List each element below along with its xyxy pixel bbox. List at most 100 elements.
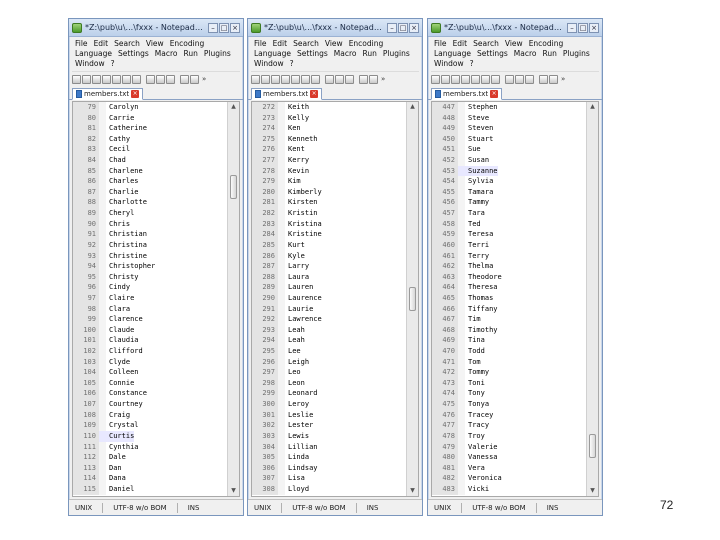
text-line[interactable]: 306 Lindsay xyxy=(252,462,406,474)
text-line[interactable]: 277 Kerry xyxy=(252,155,406,166)
text-line[interactable]: 302 Lester xyxy=(252,420,406,431)
text-line[interactable]: 307 Lisa xyxy=(252,473,406,484)
text-line[interactable]: 93 Christine xyxy=(73,250,227,262)
text-line[interactable]: 458 Ted xyxy=(432,218,586,230)
text-line[interactable]: 108 Craig xyxy=(73,409,227,421)
text-line[interactable]: 91 Christian xyxy=(73,229,227,240)
new-file-icon[interactable] xyxy=(431,74,440,84)
save-all-icon[interactable] xyxy=(102,74,111,84)
text-line[interactable]: 475 Tonya xyxy=(432,399,586,410)
maximize-button[interactable]: □ xyxy=(578,22,588,33)
text-line[interactable]: 97 Claire xyxy=(73,292,227,304)
text-line[interactable]: 471 Tom xyxy=(432,356,586,368)
scrollbar-thumb[interactable] xyxy=(409,287,416,311)
text-line[interactable]: 286 Kyle xyxy=(252,250,406,262)
minimize-button[interactable]: – xyxy=(387,22,397,33)
vertical-scrollbar[interactable]: ▲ ▼ xyxy=(406,102,418,496)
text-line[interactable]: 294 Leah xyxy=(252,335,406,347)
text-line[interactable]: 92 Christina xyxy=(73,239,227,251)
text-line[interactable]: 451 Sue xyxy=(432,144,586,156)
text-line[interactable]: 461 Terry xyxy=(432,250,586,262)
vertical-scrollbar[interactable]: ▲ ▼ xyxy=(227,102,239,496)
text-line[interactable]: 474 Tony xyxy=(432,388,586,400)
text-line[interactable]: 114 Dana xyxy=(73,473,227,484)
text-line[interactable]: 273 Kelly xyxy=(252,112,406,124)
text-line[interactable]: 80 Carrie xyxy=(73,112,227,124)
text-line[interactable]: 304 Lillian xyxy=(252,441,406,453)
text-line[interactable]: 284 Kristine xyxy=(252,229,406,240)
scroll-up-arrow-icon[interactable]: ▲ xyxy=(587,102,598,112)
menu-macro[interactable]: Macro xyxy=(514,49,537,59)
paste-icon[interactable] xyxy=(345,74,354,84)
menu-run[interactable]: Run xyxy=(542,49,556,59)
text-line[interactable]: 473 Toni xyxy=(432,377,586,389)
new-file-icon[interactable] xyxy=(251,74,260,84)
menu-settings[interactable]: Settings xyxy=(118,49,149,59)
text-line[interactable]: 467 Tim xyxy=(432,314,586,325)
text-line[interactable]: 482 Veronica xyxy=(432,473,586,484)
text-line[interactable]: 115 Daniel xyxy=(73,483,227,495)
menu-edit[interactable]: Edit xyxy=(273,39,288,49)
text-line[interactable]: 469 Tina xyxy=(432,335,586,347)
text-line[interactable]: 308 Lloyd xyxy=(252,483,406,495)
tab-close-icon[interactable]: × xyxy=(490,90,499,98)
text-line[interactable]: 101 Claudia xyxy=(73,335,227,347)
text-line[interactable]: 107 Courtney xyxy=(73,399,227,410)
editor-area[interactable]: 79 Carolyn 80 Carrie 81 Catherine 82 Cathy 83 Cec… xyxy=(72,101,240,497)
text-line[interactable]: 449 Steven xyxy=(432,123,586,134)
close-all-icon[interactable] xyxy=(481,74,490,84)
text-line[interactable]: 465 Thomas xyxy=(432,292,586,304)
menu-help[interactable]: ? xyxy=(111,59,115,69)
text-line[interactable]: 275 Kenneth xyxy=(252,133,406,145)
text-line[interactable]: 81 Catherine xyxy=(73,123,227,134)
undo-icon[interactable] xyxy=(539,74,548,84)
text-line[interactable]: 295 Lee xyxy=(252,346,406,357)
open-file-icon[interactable] xyxy=(441,74,450,84)
toolbar-overflow-icon[interactable]: » xyxy=(381,75,385,83)
text-line[interactable]: 476 Tracey xyxy=(432,409,586,421)
text-line[interactable]: 470 Todd xyxy=(432,346,586,357)
cut-icon[interactable] xyxy=(146,74,155,84)
text-line[interactable]: 95 Christy xyxy=(73,271,227,283)
text-line[interactable]: 481 Vera xyxy=(432,462,586,474)
menu-encoding[interactable]: Encoding xyxy=(529,39,564,49)
text-line[interactable]: 272 Keith xyxy=(252,102,406,113)
text-line[interactable]: 452 Susan xyxy=(432,155,586,166)
text-line[interactable]: 94 Christopher xyxy=(73,261,227,272)
save-icon[interactable] xyxy=(451,74,460,84)
text-line[interactable]: 291 Laurie xyxy=(252,303,406,315)
undo-icon[interactable] xyxy=(359,74,368,84)
text-line[interactable]: 459 Teresa xyxy=(432,229,586,240)
text-line[interactable]: 478 Troy xyxy=(432,430,586,442)
menu-settings[interactable]: Settings xyxy=(297,49,328,59)
scroll-down-arrow-icon[interactable]: ▼ xyxy=(407,486,418,496)
scroll-up-arrow-icon[interactable]: ▲ xyxy=(407,102,418,112)
menu-window[interactable]: Window xyxy=(434,59,464,69)
text-line[interactable]: 106 Constance xyxy=(73,388,227,400)
text-line[interactable]: 298 Leon xyxy=(252,377,406,389)
menu-file[interactable]: File xyxy=(254,39,267,49)
menu-help[interactable]: ? xyxy=(470,59,474,69)
text-line[interactable]: 460 Terri xyxy=(432,239,586,251)
text-line[interactable]: 300 Leroy xyxy=(252,399,406,410)
text-line[interactable]: 99 Clarence xyxy=(73,314,227,325)
menu-settings[interactable]: Settings xyxy=(477,49,508,59)
new-file-icon[interactable] xyxy=(72,74,81,84)
redo-icon[interactable] xyxy=(190,74,199,84)
text-line[interactable]: 98 Clara xyxy=(73,303,227,315)
undo-icon[interactable] xyxy=(180,74,189,84)
print-icon[interactable] xyxy=(132,74,141,84)
text-line[interactable]: 289 Lauren xyxy=(252,282,406,293)
text-line[interactable]: 448 Steve xyxy=(432,112,586,124)
copy-icon[interactable] xyxy=(515,74,524,84)
text-line[interactable]: 466 Tiffany xyxy=(432,303,586,315)
scrollbar-thumb[interactable] xyxy=(589,434,596,458)
close-button[interactable]: × xyxy=(589,22,599,33)
redo-icon[interactable] xyxy=(549,74,558,84)
menu-search[interactable]: Search xyxy=(473,39,499,49)
text-line[interactable]: 87 Charlie xyxy=(73,186,227,198)
open-file-icon[interactable] xyxy=(261,74,270,84)
menu-plugins[interactable]: Plugins xyxy=(204,49,231,59)
text-line[interactable]: 89 Cheryl xyxy=(73,208,227,219)
text-line[interactable]: 100 Claude xyxy=(73,324,227,336)
